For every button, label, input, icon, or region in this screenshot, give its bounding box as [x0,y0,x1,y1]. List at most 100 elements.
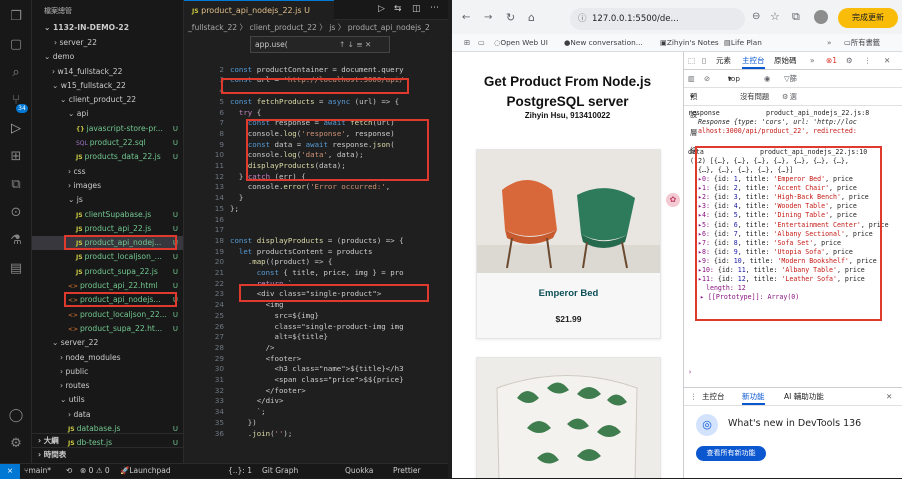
status-quokka[interactable]: Quokka [345,464,373,478]
home-icon[interactable]: ⌂ [528,11,535,24]
status-sync[interactable]: ⟲ [66,464,72,478]
code-line[interactable]: try { [230,108,261,119]
devtools-menu-icon[interactable]: ⋮ [864,52,872,70]
product-card[interactable]: Emperor Bed $21.99 [476,149,661,339]
code-line[interactable]: let productsContent = products [230,247,373,258]
device-toolbar-icon[interactable]: ▯ [702,52,706,70]
more-bookmarks-icon[interactable]: » [827,34,831,52]
docker-icon[interactable]: ▤ [7,260,25,278]
timeline-section[interactable]: › 時間表 [32,447,183,461]
file-item[interactable]: JS products_data_22.js U [32,150,183,164]
code-line[interactable]: .join(''); [230,429,293,440]
folder-item[interactable]: › w14_fullstack_22 [32,65,183,79]
folder-item[interactable]: › server_22 [32,36,183,50]
folder-item[interactable]: ⌄ api [32,107,183,121]
code-line[interactable]: const fetchProducts = async (url) => { [230,97,399,108]
code-line[interactable]: console.error('Error occurred:', [230,182,395,193]
folder-item[interactable]: ⌄ server_22 [32,336,183,350]
log-source-link[interactable]: product_api_nodejs_22.js:8 [766,109,869,118]
product-card[interactable] [476,357,661,478]
extensions-icon[interactable]: ⊞ [7,148,25,166]
folder-item[interactable]: › public [32,365,183,379]
status-launchpad[interactable]: 🚀 Launchpad [120,464,171,478]
code-line[interactable]: <span class="price">$${price} [230,375,403,386]
floating-extension-icon[interactable]: ✿ [666,193,680,207]
forward-icon[interactable]: → [484,12,492,23]
levels-select[interactable]: 預設層級 ▾ [690,88,697,155]
folder-item[interactable]: › node_modules [32,351,183,365]
address-bar[interactable]: ⓘ 127.0.0.1:5500/de... [570,8,745,30]
code-line[interactable]: src=${img} [230,311,319,322]
issues-text[interactable]: 沒有問題 [740,88,769,106]
code-line[interactable]: /> [230,343,275,354]
code-line[interactable]: <footer> [230,354,302,365]
account-icon[interactable]: ◯ [7,407,25,425]
drawer-tab-ai[interactable]: AI 輔助功能 [784,388,824,406]
file-item[interactable]: <> product_localjson_22... U [32,308,183,322]
file-item[interactable]: <> product_supa_22.ht... U [32,322,183,336]
reload-icon[interactable]: ↻ [506,11,515,24]
file-item[interactable]: JS product_supa_22.js U [32,265,183,279]
code-line[interactable]: alt=${title} [230,332,327,343]
find-input[interactable]: app.use( [255,40,288,49]
sidebar-toggle-icon[interactable]: ▥ [688,70,695,88]
code-line[interactable]: const productContainer = document.query [230,65,404,76]
workspace-root[interactable]: ⌄ 1132-IN-DEMO-22 [44,23,129,32]
code-line[interactable]: </div> [230,396,284,407]
status-errors[interactable]: ⊗ 0 ⚠ 0 [80,464,110,478]
code-line[interactable]: const displayProducts = (products) => { [230,236,404,247]
explorer-icon[interactable]: ❐ [7,8,25,26]
devtools-settings-icon[interactable]: ⚙ [846,52,853,70]
devtools-close-icon[interactable]: ✕ [884,52,890,70]
code-line[interactable]: }) [230,418,257,429]
bookmark-github[interactable]: ● New conversation... [564,34,643,52]
find-arrows-icon[interactable]: ↑ ↓ ≡ ✕ [339,37,371,52]
update-button[interactable]: 完成更新 [838,8,898,28]
code-line[interactable]: const { title, price, img } = pro [230,268,404,279]
folder-item[interactable]: ⌄ demo [32,50,183,64]
bookmark-openwebui[interactable]: ◌ Open Web UI [494,34,548,52]
context-select[interactable]: top ▾ [728,70,740,88]
code-line[interactable]: </footer> [230,386,306,397]
run-icon[interactable]: ▷ [378,4,385,14]
status-prettier[interactable]: Prettier [393,464,421,478]
folder-item[interactable]: › images [32,179,183,193]
code-line[interactable]: }; [230,204,239,215]
clear-console-icon[interactable]: ⊘ [704,70,710,88]
file-item[interactable]: {} javascript-store-pr... U [32,122,183,136]
zoom-icon[interactable]: ⊖ [752,11,760,22]
profile-avatar[interactable] [814,10,828,24]
error-count-icon[interactable]: ⊗1 [826,52,837,70]
live-expression-icon[interactable]: ◉ [764,70,770,88]
outline-section[interactable]: › 大綱 [32,433,183,447]
git-graph-icon[interactable]: ⊙ [7,204,25,222]
accounts-switch-icon[interactable]: ▢ [7,36,25,54]
inspect-icon[interactable]: ⬚ [688,52,695,70]
status-branch[interactable]: ⑂ main* [24,464,51,478]
remote-explorer-icon[interactable]: ⧉ [7,176,25,194]
folder-item[interactable]: ⌄ utils [32,393,183,407]
folder-item[interactable]: ⌄ js [32,193,183,207]
console-settings-icon[interactable]: ⚙ [782,88,789,106]
drawer-tab-whatsnew[interactable]: 新功能 [742,388,765,405]
breadcrumb[interactable]: _fullstack_22 〉 client_product_22 〉 js 〉… [184,20,448,36]
bookmark-notes[interactable]: ▣ Zihyin's Notes [660,34,719,52]
file-item[interactable]: <> product_api_22.html U [32,279,183,293]
folder-item[interactable]: › routes [32,379,183,393]
tab-sources[interactable]: 原始碼 [774,52,797,70]
filter-input[interactable]: ▽ 篩選 [784,70,797,101]
search-icon[interactable]: ⌕ [7,64,25,82]
status-gitgraph[interactable]: Git Graph [262,464,298,478]
folder-item[interactable]: ⌄ w15_fullstack_22 [32,79,183,93]
tab-console[interactable]: 主控台 [742,52,765,69]
apps-grid-icon[interactable]: ⊞ [464,34,470,52]
file-item[interactable]: SQL product_22.sql U [32,136,183,150]
code-line[interactable]: } [230,193,243,204]
file-item[interactable]: JS clientSupabase.js U [32,208,183,222]
code-line[interactable]: <h3 class="name">${title}</h3 [230,364,403,375]
settings-gear-icon[interactable]: ⚙ [7,435,25,453]
split-editor-icon[interactable]: ◫ [412,4,421,14]
bookmark-folder-icon[interactable]: ▭ [478,34,485,52]
more-tabs-icon[interactable]: » [810,52,815,70]
compare-icon[interactable]: ⇆ [394,4,402,14]
